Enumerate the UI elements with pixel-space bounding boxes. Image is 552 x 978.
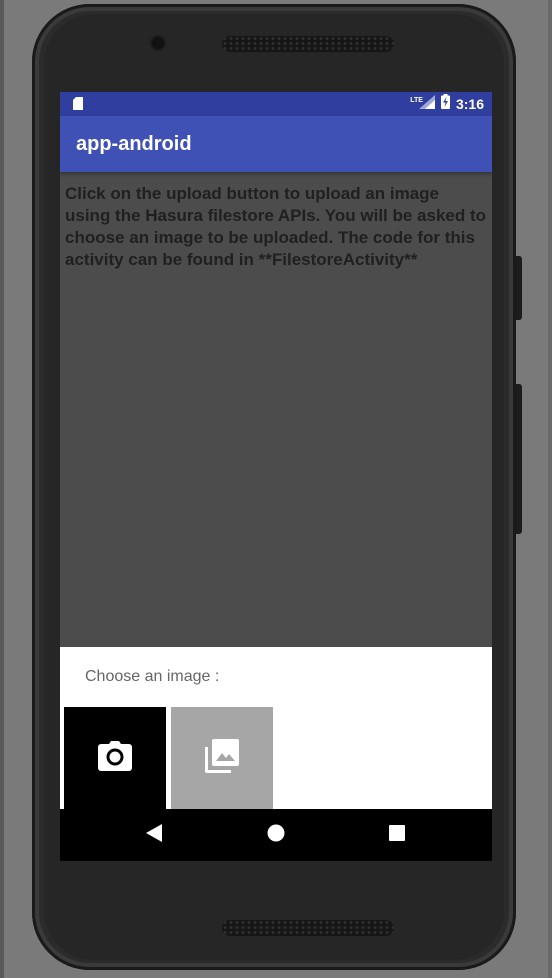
- device-screen: LTE 3:16 app-android Click on the upload…: [60, 92, 492, 861]
- app-title: app-android: [76, 133, 192, 155]
- power-button[interactable]: [516, 256, 522, 320]
- top-speaker-grille: [222, 36, 394, 52]
- volume-button[interactable]: [516, 384, 522, 534]
- desktop-edge-left: [0, 0, 4, 978]
- sheet-title: Choose an image :: [85, 668, 220, 685]
- status-bar: LTE 3:16: [60, 92, 492, 116]
- gallery-icon: [205, 738, 239, 778]
- battery-charging-icon: [440, 94, 450, 114]
- sd-card-icon: [73, 97, 83, 115]
- desktop-edge-right: [548, 0, 552, 978]
- camera-option-button[interactable]: [64, 707, 166, 809]
- status-clock: 3:16: [455, 96, 484, 112]
- bottom-speaker-grille: [222, 920, 394, 936]
- back-button[interactable]: [142, 823, 166, 847]
- status-indicators: LTE 3:16: [410, 94, 484, 114]
- home-icon: [267, 824, 285, 847]
- front-camera: [152, 37, 164, 49]
- signal-icon: [418, 94, 435, 114]
- app-toolbar: app-android: [60, 116, 492, 172]
- image-chooser-sheet: Choose an image :: [60, 647, 492, 809]
- recents-icon: [389, 824, 405, 846]
- gallery-option-button[interactable]: [171, 707, 273, 809]
- camera-icon: [98, 740, 132, 776]
- recents-button[interactable]: [385, 823, 409, 847]
- dimmed-content-scrim[interactable]: Click on the upload button to upload an …: [60, 172, 492, 647]
- navigation-bar: [60, 809, 492, 861]
- instruction-text: Click on the upload button to upload an …: [65, 184, 487, 269]
- back-icon: [146, 823, 162, 847]
- home-button[interactable]: [264, 823, 288, 847]
